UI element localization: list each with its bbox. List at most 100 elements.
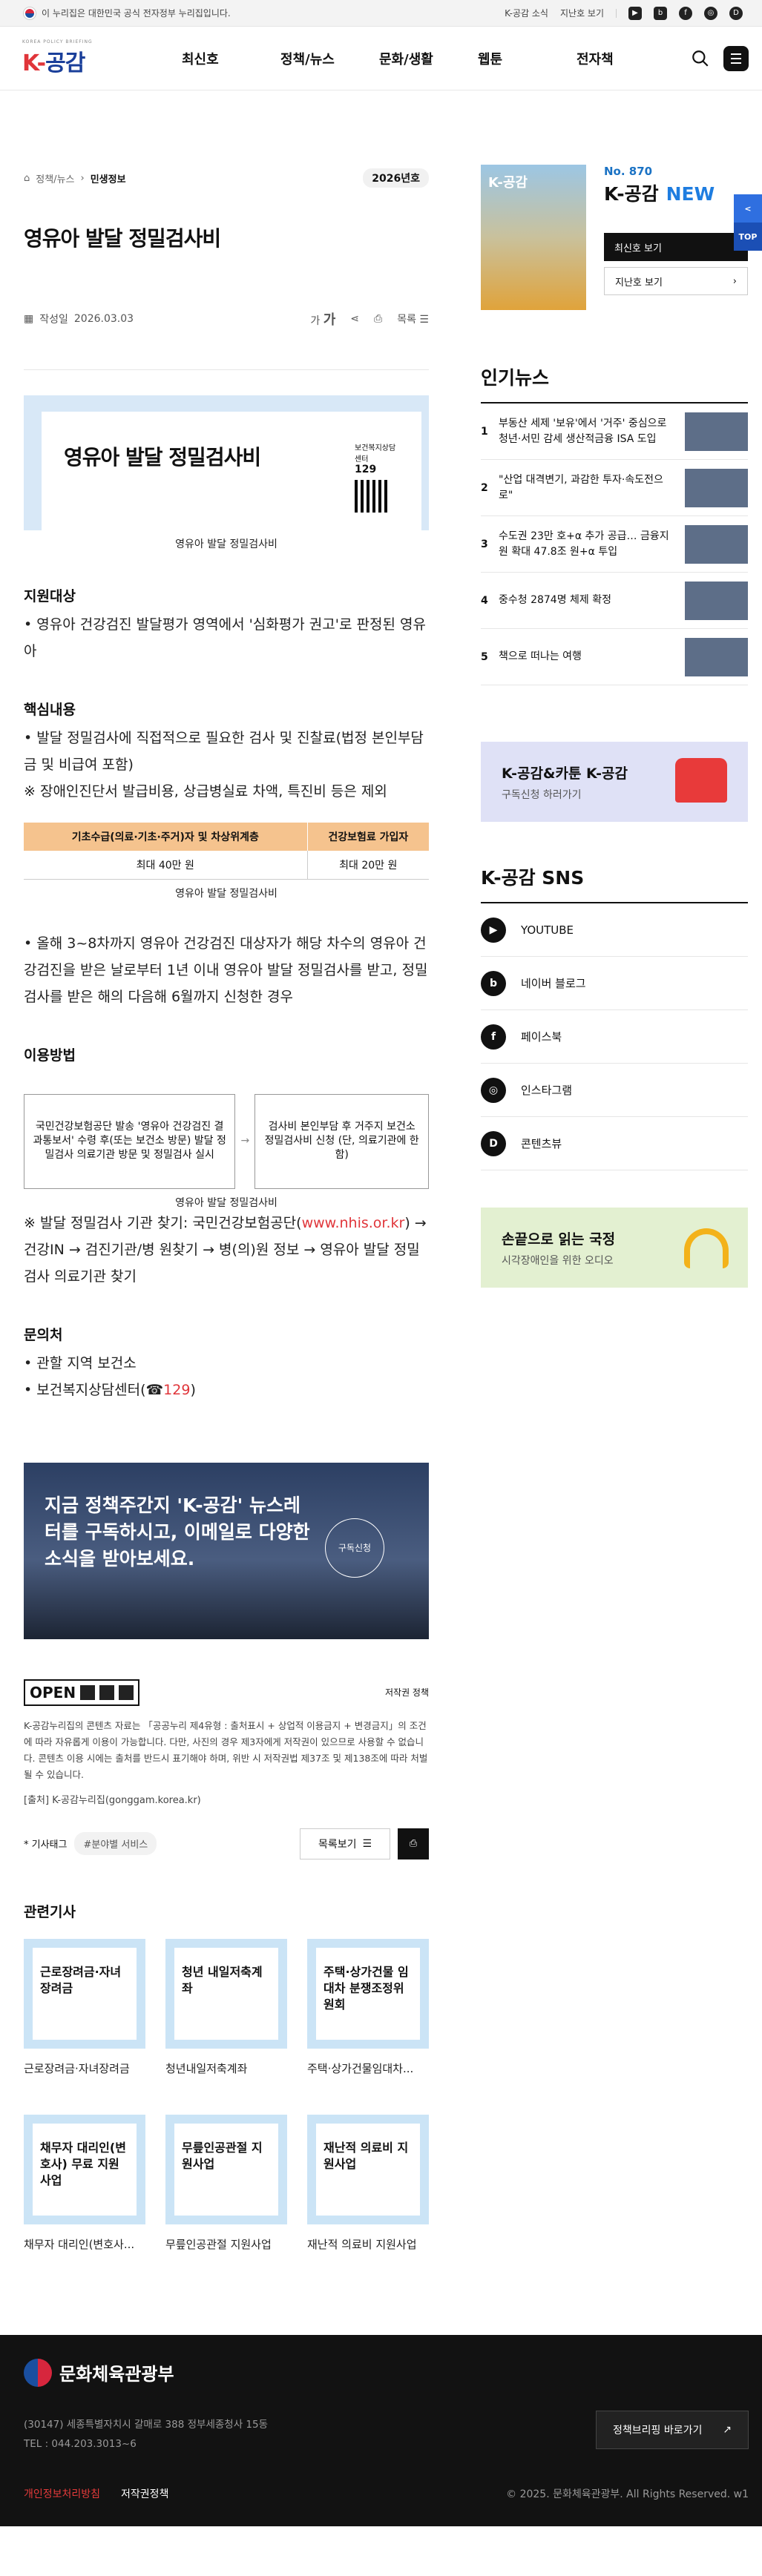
table-header: 건강보험료 가입자 <box>306 823 429 851</box>
arrow-right-icon: → <box>240 1135 250 1147</box>
related-item[interactable]: 채무자 대리인(변호사) 무료 지원사업 채무자 대리인(변호사... <box>24 2114 145 2290</box>
header-icons <box>691 45 749 71</box>
footer-logo: 문화체육관광부 <box>24 2358 749 2387</box>
sns-item-contentview[interactable]: D 콘텐츠뷰 <box>481 1117 748 1170</box>
facebook-icon[interactable]: f <box>679 6 692 20</box>
nav-latest[interactable]: 최신호 <box>182 49 280 68</box>
table-cell: 최대 40만 원 <box>24 851 308 880</box>
list-button[interactable]: 목록 ☰ <box>397 312 429 326</box>
section-note: ※ 발달 정밀검사 기관 찾기: 국민건강보험공단(www.nhis.or.kr… <box>24 1214 427 1285</box>
divider <box>24 369 429 370</box>
article-title: 영유아 발달 정밀검사비 <box>24 226 221 251</box>
sns-item-facebook[interactable]: f 페이스북 <box>481 1010 748 1064</box>
menu-button[interactable] <box>723 45 749 71</box>
tag-row: * 기사태그 #분야별 서비스 목록보기 ☰ ⎙ <box>24 1828 429 1859</box>
issue-number: No. 870 <box>604 165 653 178</box>
section-text: • 영유아 건강검진 발달평가 영역에서 '심화평가 권고'로 판정된 영유아 <box>24 616 426 659</box>
top-button[interactable]: TOP <box>734 223 762 251</box>
section-text: • 올해 3~8차까지 영유아 건강검진 대상자가 해당 차수의 영유아 건강검… <box>24 935 428 1005</box>
site-logo[interactable]: KOREA POLICY BRIEFING K-공감 <box>22 39 134 77</box>
article-tag[interactable]: #분야별 서비스 <box>74 1832 157 1855</box>
audio-promo[interactable]: 손끝으로 읽는 국정 시각장애인을 위한 오디오 <box>481 1208 748 1288</box>
sns-heading: K-공감 SNS <box>481 863 748 903</box>
related-title[interactable]: 재난적 의료비 지원사업 <box>307 2236 429 2252</box>
banner-contact: 보건복지상담센터 129 <box>355 441 399 513</box>
contentview-icon[interactable]: D <box>729 6 743 20</box>
privacy-policy-link[interactable]: 개인정보처리방침 <box>24 2486 100 2501</box>
related-item[interactable]: 재난적 의료비 지원사업 재난적 의료비 지원사업 <box>307 2114 429 2290</box>
breadcrumb-current[interactable]: 민생정보 <box>91 171 126 185</box>
related-title[interactable]: 무릎인공관절 지원사업 <box>165 2236 287 2252</box>
blog-icon[interactable]: b <box>654 6 667 20</box>
license-text: K-공감누리집의 콘텐츠 자료는 「공공누리 제4유형 : 출처표시 + 상업적… <box>24 1719 428 1780</box>
article-main: ⌂ 정책/뉴스 › 민생정보 2026년호 영유아 발달 정밀검사비 ▦ 작성일… <box>24 90 429 2290</box>
popular-item[interactable]: 1 부동산 세제 '보유'에서 '거주' 중심으로 청년·서민 감세 생산적금융 … <box>481 403 748 460</box>
related-item[interactable]: 주택·상가건물 임대차 분쟁조정위원회 주택·상가건물임대차... <box>307 1938 429 2115</box>
related-title[interactable]: 주택·상가건물임대차... <box>307 2061 429 2076</box>
korea-flag-icon <box>24 7 36 19</box>
past-issue-link[interactable]: 지난호 보기 <box>560 7 604 19</box>
nav-webtoon[interactable]: 웹툰 <box>478 49 577 68</box>
share-icon[interactable]: ⋖ <box>350 313 359 325</box>
subscribe-promo[interactable]: K-공감&카툰 K-공감 구독신청 하러가기 <box>481 742 748 822</box>
breadcrumb-item[interactable]: 정책/뉴스 <box>36 171 74 185</box>
nav-culture-life[interactable]: 문화/생활 <box>379 49 478 68</box>
popular-list: 1 부동산 세제 '보유'에서 '거주' 중심으로 청년·서민 감세 생산적금융 … <box>481 403 748 685</box>
list-view-button[interactable]: 목록보기 ☰ <box>300 1828 390 1859</box>
kgonggam-news-link[interactable]: K-공감 소식 <box>505 7 548 19</box>
past-issue-button[interactable]: 지난호 보기 › <box>604 267 748 295</box>
latest-issue-button[interactable]: 최신호 보기› <box>604 233 748 261</box>
popular-item[interactable]: 3 수도권 23만 호+α 추가 공급… 금융지원 확대 47.8조 원+α 투입 <box>481 516 748 573</box>
section-heading: 지원대상 <box>24 588 76 605</box>
instagram-icon[interactable]: ◎ <box>704 6 717 20</box>
copyright-policy-link[interactable]: 저작권정책 <box>121 2486 168 2501</box>
print-button[interactable]: ⎙ <box>398 1828 429 1859</box>
top-links: K-공감 소식 지난호 보기 ▶ b f ◎ D <box>505 6 743 20</box>
section-text: • 관할 지역 보건소 <box>24 1354 137 1371</box>
nav-ebook[interactable]: 전자책 <box>577 49 675 68</box>
tag-label: * 기사태그 <box>24 1839 68 1851</box>
related-title[interactable]: 근로장려금·자녀장려금 <box>24 2061 145 2076</box>
headphones-icon <box>684 1228 729 1268</box>
newsletter-banner[interactable]: 지금 정책주간지 'K-공감' 뉴스레터를 구독하시고, 이메일로 다양한 소식… <box>24 1462 429 1639</box>
flow-caption: 영유아 발달 정밀검사비 <box>175 1196 277 1209</box>
sns-item-youtube[interactable]: ▶ YOUTUBE <box>481 903 748 957</box>
related-item[interactable]: 근로장려금·자녀장려금 근로장려금·자녀장려금 <box>24 1938 145 2115</box>
popular-item[interactable]: 4 중수청 2874명 체제 확정 <box>481 573 748 629</box>
related-item[interactable]: 무릎인공관절 지원사업 무릎인공관절 지원사업 <box>165 2114 287 2290</box>
magazine-cover[interactable]: K-공감 <box>481 165 586 310</box>
search-icon[interactable] <box>691 49 710 68</box>
popular-item[interactable]: 5 책으로 떠나는 여행 <box>481 629 748 685</box>
open-license-icon: OPEN <box>24 1679 140 1706</box>
nav-policy-news[interactable]: 정책/뉴스 <box>280 49 379 68</box>
new-badge: NEW <box>666 183 715 205</box>
print-icon[interactable]: ⎙ <box>374 313 382 325</box>
home-icon[interactable]: ⌂ <box>24 173 30 184</box>
copyright-policy-link[interactable]: 저작권 정책 <box>385 1686 429 1699</box>
section-text: • 보건복지상담센터(☎129) <box>24 1381 196 1398</box>
related-title[interactable]: 청년내일저축계좌 <box>165 2061 287 2076</box>
newsletter-subscribe-button[interactable]: 구독신청 <box>325 1518 384 1578</box>
related-item[interactable]: 청년 내일저축계좌 청년내일저축계좌 <box>165 1938 287 2115</box>
nhis-link[interactable]: www.nhis.or.kr <box>302 1215 405 1231</box>
date-label: 작성일 <box>39 314 68 326</box>
news-thumb <box>685 524 748 564</box>
arrow-right-icon: ↗ <box>723 2423 732 2436</box>
sns-item-blog[interactable]: b 네이버 블로그 <box>481 957 748 1010</box>
calendar-icon: ▦ <box>24 313 34 325</box>
copyright-text: © 2025. 문화체육관광부. All Rights Reserved. w1 <box>506 2488 749 2500</box>
qr-code-icon <box>355 480 387 513</box>
newsletter-text: 지금 정책주간지 'K-공감' 뉴스레터를 구독하시고, 이메일로 다양한 소식… <box>45 1494 310 1569</box>
gov-notice: 이 누리집은 대한민국 공식 전자정부 누리집입니다. <box>24 7 231 19</box>
popular-item[interactable]: 2 "산업 대격변기, 과감한 투자·속도전으로" <box>481 460 748 516</box>
related-title[interactable]: 채무자 대리인(변호사... <box>24 2236 145 2252</box>
section-text: • 발달 정밀검사에 직접적으로 필요한 검사 및 진찰료(법정 본인부담금 및… <box>24 730 424 773</box>
share-float-button[interactable]: < <box>734 194 762 223</box>
news-thumb <box>685 468 748 507</box>
youtube-icon[interactable]: ▶ <box>628 6 642 20</box>
section-note: ※ 장애인진단서 발급비용, 상급병실료 차액, 특진비 등은 제외 <box>24 783 387 800</box>
font-size-button[interactable]: 가 가 <box>310 309 335 329</box>
briefing-link-button[interactable]: 정책브리핑 바로가기 ↗ <box>596 2410 749 2449</box>
logo-subtitle: KOREA POLICY BRIEFING <box>22 39 93 45</box>
sns-item-instagram[interactable]: ◎ 인스타그램 <box>481 1064 748 1117</box>
